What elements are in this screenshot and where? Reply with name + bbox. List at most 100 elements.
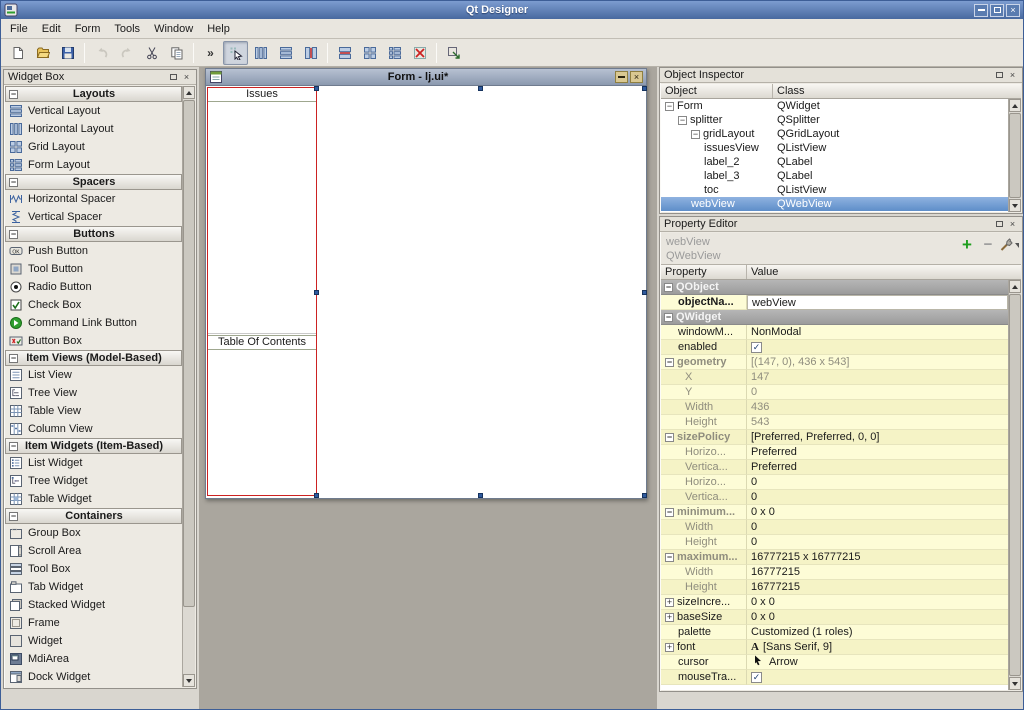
widget-item-tool-button[interactable]: Tool Button	[5, 260, 182, 278]
property-row-enabled[interactable]: enabled✓	[661, 340, 1008, 355]
inspector-row-form[interactable]: −FormQWidget	[661, 99, 1008, 113]
inspector-row-webview[interactable]: webViewQWebView	[661, 197, 1008, 211]
object-inspector-titlebar[interactable]: Object Inspector ×	[660, 68, 1022, 83]
property-row-sizeincre[interactable]: +sizeIncre...0 x 0	[661, 595, 1008, 610]
property-row-maximum[interactable]: −maximum...16777215 x 16777215	[661, 550, 1008, 565]
property-row-horizo[interactable]: Horizo...0	[661, 475, 1008, 490]
property-expander-icon[interactable]: −	[665, 553, 674, 562]
collapse-icon[interactable]: −	[9, 90, 18, 99]
lay-out-grid-button[interactable]	[357, 41, 382, 65]
widget-item-grid-layout[interactable]: Grid Layout	[5, 138, 182, 156]
issues-label[interactable]: Issues	[208, 88, 316, 102]
widget-item-mdiarea[interactable]: MdiArea	[5, 650, 182, 668]
column-object[interactable]: Object	[661, 84, 773, 98]
property-value-cell[interactable]: NonModal	[747, 325, 1008, 340]
scroll-up-icon[interactable]	[1009, 280, 1021, 293]
property-value-cell[interactable]: Preferred	[747, 460, 1008, 475]
property-row-height[interactable]: Height0	[661, 535, 1008, 550]
widget-item-table-view[interactable]: Table View	[5, 402, 182, 420]
widget-item-frame[interactable]: Frame	[5, 614, 182, 632]
property-row-height[interactable]: Height543	[661, 415, 1008, 430]
selection-handle[interactable]	[642, 290, 647, 295]
property-value-cell[interactable]: 0 x 0	[747, 595, 1008, 610]
widget-item-stacked-widget[interactable]: Stacked Widget	[5, 596, 182, 614]
property-group-qobject[interactable]: −QObject	[661, 280, 1008, 295]
property-value-cell[interactable]: ✓	[747, 340, 1008, 355]
property-row-mousetra[interactable]: mouseTra...✓	[661, 670, 1008, 685]
scroll-down-icon[interactable]	[1009, 199, 1021, 212]
lay-out-form-button[interactable]	[382, 41, 407, 65]
float-panel-icon[interactable]	[994, 70, 1005, 81]
widget-item-widget[interactable]: Widget	[5, 632, 182, 650]
add-property-button[interactable]: +	[958, 236, 976, 254]
property-row-objectna[interactable]: objectNa...webView	[661, 295, 1008, 310]
widget-item-tree-widget[interactable]: Tree Widget	[5, 472, 182, 490]
property-value-cell[interactable]: 16777215	[747, 580, 1008, 595]
widgetbox-section-layouts[interactable]: −Layouts	[5, 86, 182, 102]
property-grid-header[interactable]: Property Value	[661, 265, 1021, 280]
property-value-cell[interactable]: 16777215	[747, 565, 1008, 580]
widget-item-button-box[interactable]: Button Box	[5, 332, 182, 350]
close-panel-icon[interactable]: ×	[1007, 219, 1018, 230]
collapse-icon[interactable]: −	[9, 178, 18, 187]
property-value-cell[interactable]: A[Sans Serif, 9]	[747, 640, 1008, 655]
selection-handle[interactable]	[642, 493, 647, 498]
collapse-icon[interactable]: −	[9, 442, 18, 451]
property-row-height[interactable]: Height16777215	[661, 580, 1008, 595]
property-row-font[interactable]: +fontA[Sans Serif, 9]	[661, 640, 1008, 655]
menu-window[interactable]: Window	[147, 21, 200, 37]
widget-item-command-link-button[interactable]: Command Link Button	[5, 314, 182, 332]
open-form-button[interactable]	[30, 41, 55, 65]
column-property[interactable]: Property	[661, 265, 747, 279]
property-row-vertica[interactable]: Vertica...Preferred	[661, 460, 1008, 475]
widgetbox-section-spacers[interactable]: −Spacers	[5, 174, 182, 190]
property-row-geometry[interactable]: −geometry[(147, 0), 436 x 543]	[661, 355, 1008, 370]
group-expander-icon[interactable]: −	[664, 313, 673, 322]
widget-item-radio-button[interactable]: Radio Button	[5, 278, 182, 296]
scroll-down-icon[interactable]	[1009, 677, 1021, 690]
collapse-icon[interactable]: −	[9, 230, 18, 239]
column-value[interactable]: Value	[747, 265, 1021, 279]
widget-box-titlebar[interactable]: Widget Box ×	[4, 70, 196, 85]
property-expander-icon[interactable]: +	[665, 613, 674, 622]
form-minimize-button[interactable]	[615, 71, 628, 83]
property-value-cell[interactable]: 0	[747, 385, 1008, 400]
save-form-button[interactable]	[55, 41, 80, 65]
widget-item-column-view[interactable]: Column View	[5, 420, 182, 438]
property-row-palette[interactable]: paletteCustomized (1 roles)	[661, 625, 1008, 640]
tree-expander-icon[interactable]: −	[665, 102, 674, 111]
minimize-button[interactable]	[974, 4, 988, 17]
widget-item-form-layout[interactable]: Form Layout	[5, 156, 182, 174]
object-inspector-header[interactable]: Object Class	[661, 84, 1021, 99]
selection-handle[interactable]	[478, 86, 483, 91]
widget-item-vertical-layout[interactable]: Vertical Layout	[5, 102, 182, 120]
property-editor-scrollbar[interactable]	[1008, 280, 1021, 690]
close-panel-icon[interactable]: ×	[181, 72, 192, 83]
scrollbar-thumb[interactable]	[1009, 294, 1021, 676]
property-value-cell[interactable]: 0 x 0	[747, 505, 1008, 520]
widget-item-push-button[interactable]: OKPush Button	[5, 242, 182, 260]
widget-item-check-box[interactable]: Check Box	[5, 296, 182, 314]
edit-widgets-button[interactable]	[223, 41, 248, 65]
menu-tools[interactable]: Tools	[107, 21, 147, 37]
cut-button[interactable]	[139, 41, 164, 65]
widget-item-tree-view[interactable]: Tree View	[5, 384, 182, 402]
collapse-icon[interactable]: −	[9, 354, 18, 363]
toc-label[interactable]: Table Of Contents	[208, 335, 316, 350]
property-value-cell[interactable]: [Preferred, Preferred, 0, 0]	[747, 430, 1008, 445]
form-window-titlebar[interactable]: Form - lj.ui* ×	[206, 69, 646, 86]
group-expander-icon[interactable]: −	[664, 283, 673, 292]
new-form-button[interactable]	[5, 41, 30, 65]
menu-edit[interactable]: Edit	[35, 21, 68, 37]
property-value-cell[interactable]: 16777215 x 16777215	[747, 550, 1008, 565]
property-row-y[interactable]: Y0	[661, 385, 1008, 400]
selection-handle[interactable]	[314, 493, 319, 498]
scroll-up-icon[interactable]	[183, 86, 195, 99]
lay-out-vertical-splitter-button[interactable]	[332, 41, 357, 65]
copy-button[interactable]	[164, 41, 189, 65]
property-value-cell[interactable]: [(147, 0), 436 x 543]	[747, 355, 1008, 370]
selection-handle[interactable]	[314, 290, 319, 295]
property-value-cell[interactable]: 0	[747, 490, 1008, 505]
inspector-row-issuesview[interactable]: issuesViewQListView	[661, 141, 1008, 155]
float-panel-icon[interactable]	[994, 219, 1005, 230]
